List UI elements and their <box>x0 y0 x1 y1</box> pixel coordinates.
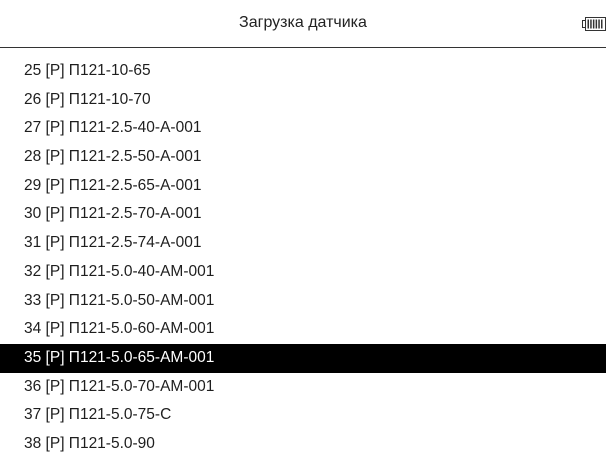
list-item[interactable]: 37 [P] П121-5.0-75-С <box>0 401 606 430</box>
list-item[interactable]: 29 [P] П121-2.5-65-А-001 <box>0 172 606 201</box>
list-item[interactable]: 27 [P] П121-2.5-40-А-001 <box>0 114 606 143</box>
list-item[interactable]: 33 [P] П121-5.0-50-АМ-001 <box>0 287 606 316</box>
screen: Загрузка датчика 25 [P] П121-10-65 26 [P… <box>0 0 606 459</box>
list-item-selected[interactable]: 35 [P] П121-5.0-65-АМ-001 <box>0 343 606 373</box>
title-bar: Загрузка датчика <box>0 0 606 48</box>
list-item[interactable]: 25 [P] П121-10-65 <box>0 57 606 86</box>
screen-title: Загрузка датчика <box>239 14 367 31</box>
list-item[interactable]: 31 [P] П121-2.5-74-А-001 <box>0 229 606 258</box>
list-item[interactable]: 38 [P] П121-5.0-90 <box>0 430 606 459</box>
sensor-list: 25 [P] П121-10-65 26 [P] П121-10-70 27 [… <box>0 57 606 459</box>
list-item[interactable]: 32 [P] П121-5.0-40-АМ-001 <box>0 258 606 287</box>
list-item[interactable]: 36 [P] П121-5.0-70-АМ-001 <box>0 373 606 402</box>
battery-icon <box>582 17 606 31</box>
list-item[interactable]: 34 [P] П121-5.0-60-АМ-001 <box>0 315 606 344</box>
list-item[interactable]: 26 [P] П121-10-70 <box>0 86 606 115</box>
list-item[interactable]: 28 [P] П121-2.5-50-А-001 <box>0 143 606 172</box>
list-item[interactable]: 30 [P] П121-2.5-70-А-001 <box>0 200 606 229</box>
